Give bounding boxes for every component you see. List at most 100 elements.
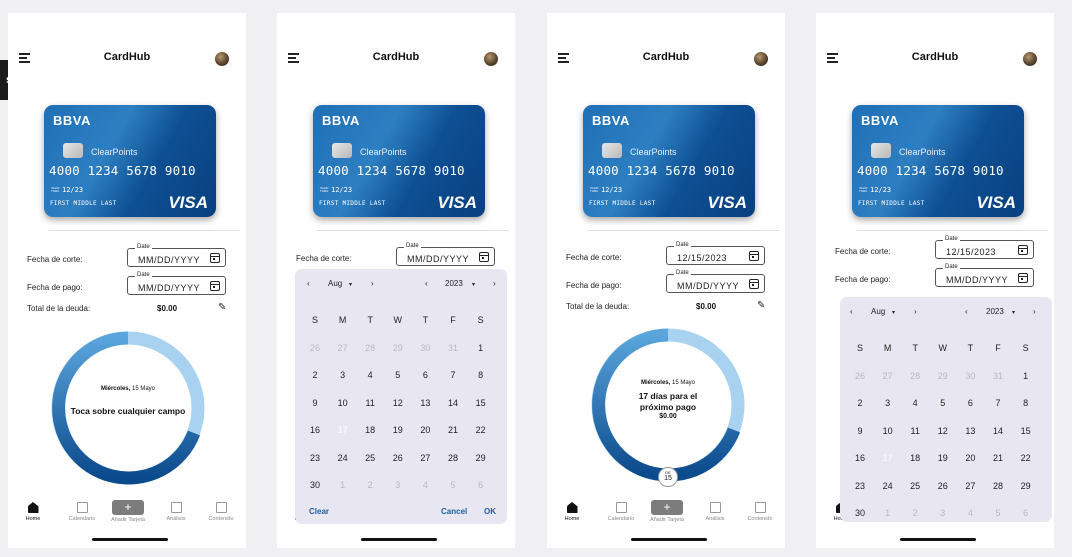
calendar-icon[interactable] <box>210 253 220 263</box>
day-cell[interactable]: 14 <box>986 420 1010 442</box>
day-cell[interactable]: 3 <box>386 474 410 496</box>
credit-card[interactable]: BBVA ClearPoints 4000 1234 5678 9010 VAL… <box>852 105 1024 217</box>
year-select[interactable]: 2023 <box>445 279 463 288</box>
nav-content[interactable]: Contenido <box>198 500 244 522</box>
cut-date-field[interactable]: Date MM/DD/YYYY <box>396 243 495 266</box>
day-cell[interactable]: 12 <box>386 392 410 414</box>
day-cell[interactable]: 27 <box>331 337 355 359</box>
avatar[interactable] <box>754 52 768 66</box>
day-cell[interactable]: 6 <box>1014 502 1038 524</box>
day-cell[interactable]: 23 <box>303 447 327 469</box>
day-cell[interactable]: 11 <box>358 392 382 414</box>
day-cell[interactable]: 24 <box>331 447 355 469</box>
day-cell[interactable]: 13 <box>413 392 437 414</box>
month-select[interactable]: Aug <box>328 279 342 288</box>
day-cell[interactable]: 8 <box>469 364 493 386</box>
calendar-icon[interactable] <box>749 279 759 289</box>
nav-add-card[interactable]: +Añadir Tarjeta <box>105 500 151 523</box>
pay-date-field[interactable]: Date MM/DD/YYYY <box>127 272 226 295</box>
ring-handle[interactable]: DE 15 <box>658 467 678 487</box>
nav-calendar[interactable]: Calendario <box>598 500 644 522</box>
next-year-button[interactable]: › <box>493 279 496 288</box>
nav-add-card[interactable]: +Añadir Tarjeta <box>644 500 690 523</box>
day-cell[interactable]: 18 <box>903 447 927 469</box>
ok-button[interactable]: OK <box>484 507 496 516</box>
day-cell-selected[interactable]: 17 <box>331 418 355 441</box>
nav-content[interactable]: Contenido <box>737 500 783 522</box>
day-cell[interactable]: 12 <box>931 420 955 442</box>
day-cell[interactable]: 18 <box>358 419 382 441</box>
day-cell[interactable]: 14 <box>441 392 465 414</box>
prev-year-button[interactable]: ‹ <box>425 279 428 288</box>
day-cell[interactable]: 24 <box>876 475 900 497</box>
nav-analysis[interactable]: Análisis <box>153 500 199 522</box>
day-cell[interactable]: 4 <box>958 502 982 524</box>
day-cell[interactable]: 4 <box>358 364 382 386</box>
day-cell[interactable]: 19 <box>931 447 955 469</box>
cut-date-field[interactable]: Date MM/DD/YYYY <box>127 244 226 267</box>
avatar[interactable] <box>1023 52 1037 66</box>
calendar-icon[interactable] <box>210 281 220 291</box>
day-cell[interactable]: 30 <box>958 365 982 387</box>
avatar[interactable] <box>215 52 229 66</box>
prev-year-button[interactable]: ‹ <box>965 307 968 316</box>
day-cell[interactable]: 29 <box>1014 475 1038 497</box>
day-cell[interactable]: 3 <box>931 502 955 524</box>
day-cell[interactable]: 5 <box>986 502 1010 524</box>
day-cell[interactable]: 28 <box>903 365 927 387</box>
day-cell[interactable]: 2 <box>358 474 382 496</box>
day-cell[interactable]: 1 <box>331 474 355 496</box>
payment-ring[interactable]: Miércoles, 15 Mayo Toca sobre cualquier … <box>48 328 208 488</box>
nav-home[interactable]: Home <box>549 500 595 522</box>
day-cell[interactable]: 27 <box>413 447 437 469</box>
pay-date-field[interactable]: Date MM/DD/YYYY <box>935 264 1034 287</box>
day-cell[interactable]: 21 <box>441 419 465 441</box>
edit-icon[interactable]: ✎ <box>218 302 226 313</box>
day-cell[interactable]: 15 <box>1014 420 1038 442</box>
day-cell[interactable]: 5 <box>386 364 410 386</box>
date-picker[interactable]: ‹ Aug ▾ › ‹ 2023 ▾ › S M T W T F S 26 27 28 29 30 31… <box>840 297 1052 522</box>
day-cell[interactable]: 26 <box>386 447 410 469</box>
month-select[interactable]: Aug <box>871 307 885 316</box>
day-cell[interactable]: 26 <box>931 475 955 497</box>
day-cell[interactable]: 13 <box>958 420 982 442</box>
day-cell[interactable]: 29 <box>469 447 493 469</box>
cancel-button[interactable]: Cancel <box>441 507 467 516</box>
day-cell[interactable]: 22 <box>1014 447 1038 469</box>
calendar-icon[interactable] <box>749 251 759 261</box>
day-cell[interactable]: 28 <box>358 337 382 359</box>
day-cell[interactable]: 21 <box>986 447 1010 469</box>
day-cell[interactable]: 30 <box>848 502 872 524</box>
day-cell[interactable]: 30 <box>303 474 327 496</box>
day-cell[interactable]: 1 <box>876 502 900 524</box>
nav-calendar[interactable]: Calendario <box>59 500 105 522</box>
day-cell[interactable]: 27 <box>876 365 900 387</box>
edit-icon[interactable]: ✎ <box>757 300 765 311</box>
day-cell[interactable]: 10 <box>331 392 355 414</box>
day-cell[interactable]: 26 <box>848 365 872 387</box>
credit-card[interactable]: BBVA ClearPoints 4000 1234 5678 9010 VAL… <box>313 105 485 217</box>
day-cell[interactable]: 15 <box>469 392 493 414</box>
day-cell[interactable]: 4 <box>903 392 927 414</box>
next-month-button[interactable]: › <box>914 307 917 316</box>
day-cell[interactable]: 30 <box>413 337 437 359</box>
day-cell[interactable]: 20 <box>958 447 982 469</box>
day-cell[interactable]: 25 <box>358 447 382 469</box>
payment-ring[interactable]: Miércoles, 15 Mayo 17 días para el próxi… <box>588 325 748 487</box>
day-cell[interactable]: 4 <box>413 474 437 496</box>
day-cell[interactable]: 19 <box>386 419 410 441</box>
date-picker[interactable]: ‹ Aug ▾ › ‹ 2023 ▾ › S M T W T F S 26 27 28 29 30 31… <box>295 269 507 524</box>
calendar-icon[interactable] <box>479 252 489 262</box>
day-cell[interactable]: 6 <box>469 474 493 496</box>
day-cell[interactable]: 29 <box>931 365 955 387</box>
day-cell[interactable]: 1 <box>1014 365 1038 387</box>
calendar-icon[interactable] <box>1018 273 1028 283</box>
day-cell[interactable]: 16 <box>848 447 872 469</box>
day-cell[interactable]: 5 <box>931 392 955 414</box>
calendar-icon[interactable] <box>1018 245 1028 255</box>
credit-card[interactable]: BBVA ClearPoints 4000 1234 5678 9010 VAL… <box>44 105 216 217</box>
day-cell[interactable]: 25 <box>903 475 927 497</box>
day-cell[interactable]: 23 <box>848 475 872 497</box>
day-cell[interactable]: 1 <box>469 337 493 359</box>
day-cell[interactable]: 9 <box>848 420 872 442</box>
